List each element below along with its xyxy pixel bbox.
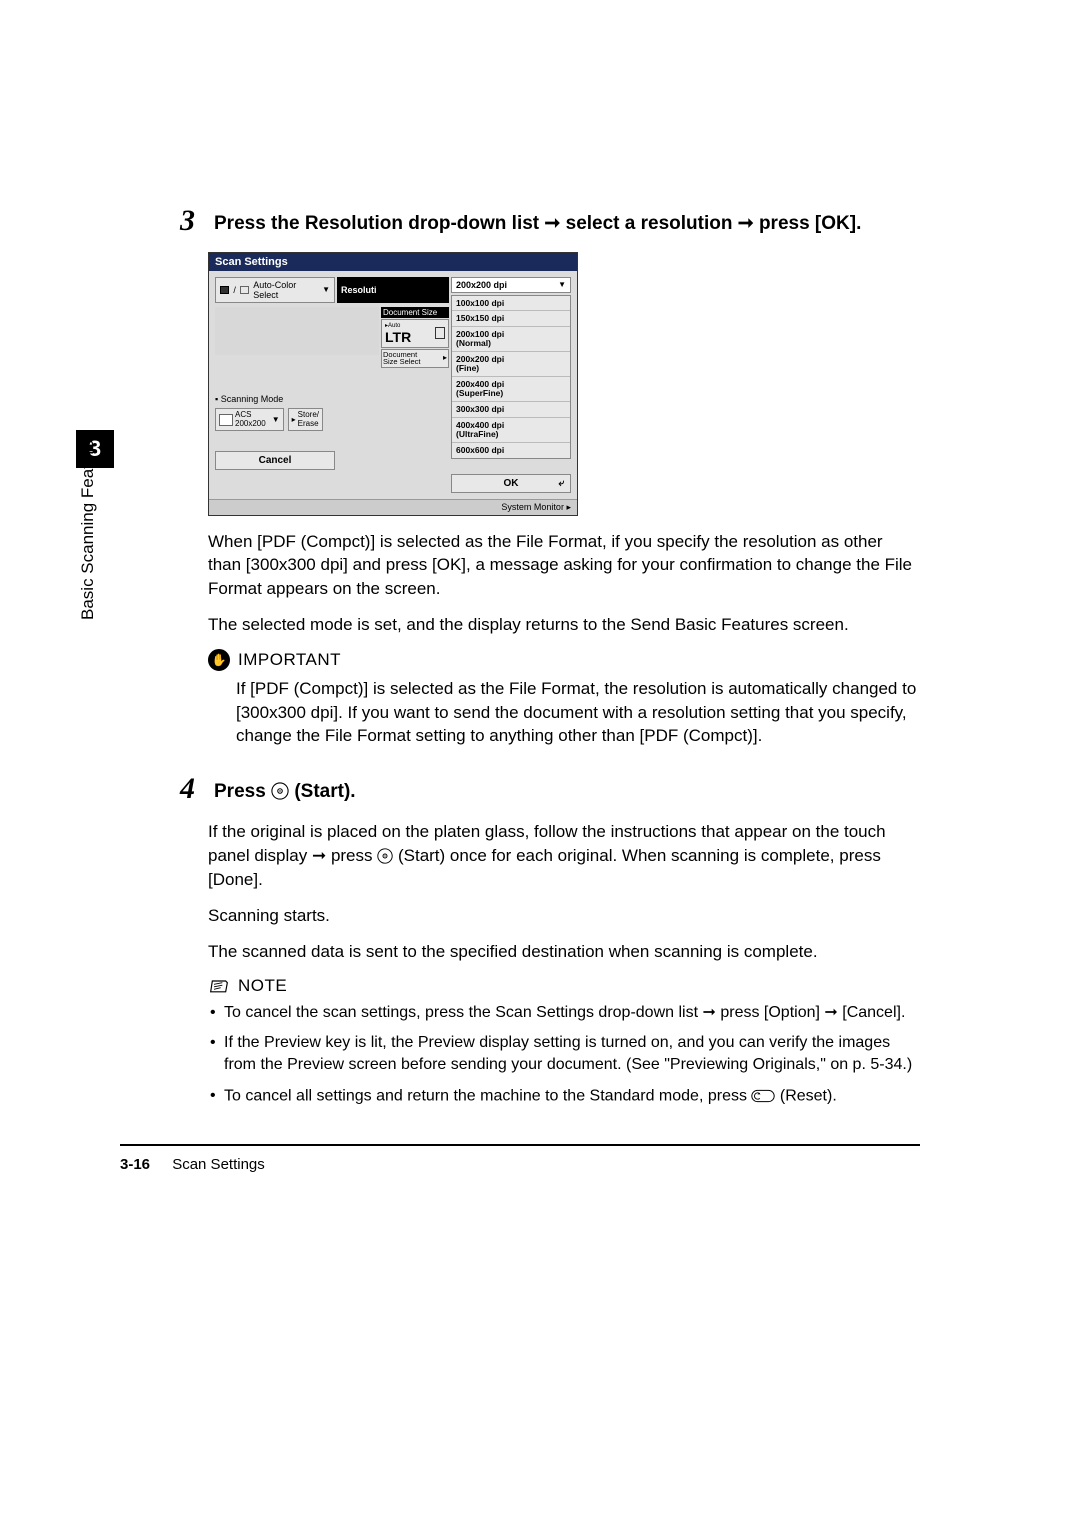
auto-color-label: Auto-Color Select xyxy=(253,280,318,300)
ltr-text: LTR xyxy=(385,329,411,345)
footer-section: Scan Settings xyxy=(172,1156,265,1173)
acs-icon xyxy=(219,414,233,426)
auto-label: ▸Auto xyxy=(385,322,411,329)
arrow-icon: ➞ xyxy=(738,213,754,234)
acs-l2: 200x200 xyxy=(235,419,266,428)
step-number: 4 xyxy=(180,774,204,804)
step3-text-a: Press the Resolution drop-down list xyxy=(214,213,544,234)
n3a: To cancel all settings and return the ma… xyxy=(224,1087,751,1104)
resolution-option[interactable]: 100x100 dpi xyxy=(452,296,570,312)
paragraph: The scanned data is sent to the specifie… xyxy=(208,940,920,964)
arrow-icon: ➞ xyxy=(824,1004,837,1021)
ok-button[interactable]: OK ⤶ xyxy=(451,474,571,493)
p4a-b: press xyxy=(326,846,377,865)
preview-area xyxy=(215,307,379,355)
resolution-option[interactable]: 400x400 dpi(UltraFine) xyxy=(452,418,570,443)
page-number: 3-16 xyxy=(120,1156,150,1173)
resolution-selected[interactable]: 200x200 dpi ▼ xyxy=(451,277,571,293)
note-list: To cancel the scan settings, press the S… xyxy=(210,1002,920,1108)
store-l2: Erase xyxy=(298,419,319,428)
resolution-option[interactable]: 200x200 dpi(Fine) xyxy=(452,352,570,377)
resolution-option[interactable]: 200x400 dpi(SuperFine) xyxy=(452,377,570,402)
chevron-down-icon: ▼ xyxy=(272,415,280,424)
auto-color-select-dropdown[interactable]: / Auto-Color Select ▼ xyxy=(215,277,335,303)
step4-text-a: Press xyxy=(214,781,271,802)
step-3: 3 Press the Resolution drop-down list ➞ … xyxy=(180,200,920,238)
dialog-title: Scan Settings xyxy=(209,253,577,271)
return-icon: ⤶ xyxy=(558,478,564,489)
cancel-button[interactable]: Cancel xyxy=(215,451,335,470)
arrow-icon: ➞ xyxy=(702,1004,715,1021)
note-label: NOTE xyxy=(238,976,287,996)
paragraph: If the original is placed on the platen … xyxy=(208,820,920,892)
n1b: press [Option] xyxy=(716,1004,825,1021)
step-4: 4 Press (Start). xyxy=(180,768,920,806)
paragraph: Scanning starts. xyxy=(208,904,920,928)
paper-size-indicator: ▸Auto LTR xyxy=(381,319,449,348)
acs-mode-dropdown[interactable]: ACS 200x200 ▼ xyxy=(215,408,284,431)
step3-text-b: select a resolution xyxy=(560,213,737,234)
note-item: To cancel all settings and return the ma… xyxy=(210,1085,920,1108)
chevron-right-icon: ▸ xyxy=(443,354,447,362)
start-icon xyxy=(271,778,289,806)
n3b: (Reset). xyxy=(775,1087,836,1104)
step-3-title: Press the Resolution drop-down list ➞ se… xyxy=(214,210,861,238)
document-size-select-button[interactable]: Document Size Select ▸ xyxy=(381,349,449,369)
reset-icon xyxy=(751,1085,775,1107)
chevron-right-icon: ▸ xyxy=(566,502,571,512)
scanning-mode-label: ▪ Scanning Mode xyxy=(215,394,449,404)
note-item: If the Preview key is lit, the Preview d… xyxy=(210,1032,920,1077)
resolution-value: 200x200 dpi xyxy=(456,280,507,290)
n1c: [Cancel]. xyxy=(838,1004,906,1021)
docsize-l2: Size Select xyxy=(383,357,421,366)
color-swatch-icon xyxy=(220,286,229,294)
important-icon: ✋ xyxy=(208,649,230,671)
paragraph: When [PDF (Compct)] is selected as the F… xyxy=(208,530,920,601)
store-erase-button[interactable]: ▸ Store/ Erase xyxy=(288,408,323,431)
chevron-down-icon: ▼ xyxy=(322,285,330,294)
note-callout: NOTE xyxy=(208,976,920,996)
page-icon xyxy=(435,327,445,339)
resolution-label: Resoluti xyxy=(337,277,449,303)
resolution-options-list: 100x100 dpi 150x150 dpi 200x100 dpi(Norm… xyxy=(451,295,571,459)
note-item: To cancel the scan settings, press the S… xyxy=(210,1002,920,1024)
start-icon xyxy=(377,844,393,868)
system-monitor-link[interactable]: System Monitor ▸ xyxy=(209,499,577,515)
resolution-option[interactable]: 150x150 dpi xyxy=(452,311,570,327)
step-4-title: Press (Start). xyxy=(214,778,356,806)
step-number: 3 xyxy=(180,206,204,236)
note-icon xyxy=(208,977,230,995)
chevron-right-icon: ▸ xyxy=(292,415,296,424)
chevron-down-icon: ▼ xyxy=(558,280,566,289)
important-callout: ✋ IMPORTANT xyxy=(208,649,920,671)
page-footer: 3-16 Scan Settings xyxy=(120,1156,920,1173)
arrow-icon: ➞ xyxy=(312,846,326,865)
important-label: IMPORTANT xyxy=(238,650,341,670)
step4-text-b: (Start). xyxy=(289,781,356,802)
arrow-icon: ➞ xyxy=(544,213,560,234)
important-text: If [PDF (Compct)] is selected as the Fil… xyxy=(236,677,920,748)
resolution-option[interactable]: 300x300 dpi xyxy=(452,402,570,418)
step3-text-c: press [OK]. xyxy=(754,213,862,234)
side-chapter-title: Basic Scanning Features xyxy=(78,431,98,620)
paragraph: The selected mode is set, and the displa… xyxy=(208,613,920,637)
n1a: To cancel the scan settings, press the S… xyxy=(224,1004,702,1021)
document-size-header: Document Size xyxy=(381,307,449,318)
mono-swatch-icon xyxy=(240,286,249,294)
scan-settings-screenshot: Scan Settings / Auto-Color Select ▼ Reso… xyxy=(208,252,578,516)
ok-label: OK xyxy=(504,478,519,489)
resolution-option[interactable]: 600x600 dpi xyxy=(452,443,570,458)
footer-rule xyxy=(120,1144,920,1146)
resolution-option[interactable]: 200x100 dpi(Normal) xyxy=(452,327,570,352)
